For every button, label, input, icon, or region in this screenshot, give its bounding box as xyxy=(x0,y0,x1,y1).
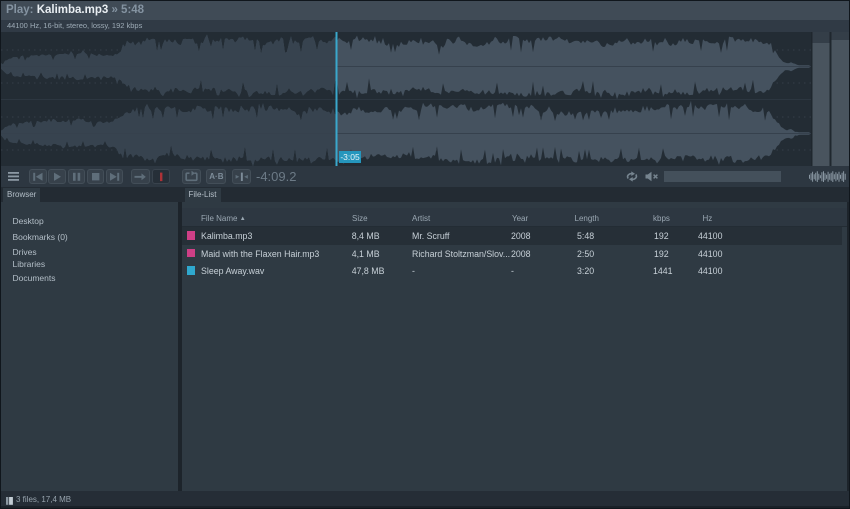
svg-text:-3:05: -3:05 xyxy=(340,152,360,162)
